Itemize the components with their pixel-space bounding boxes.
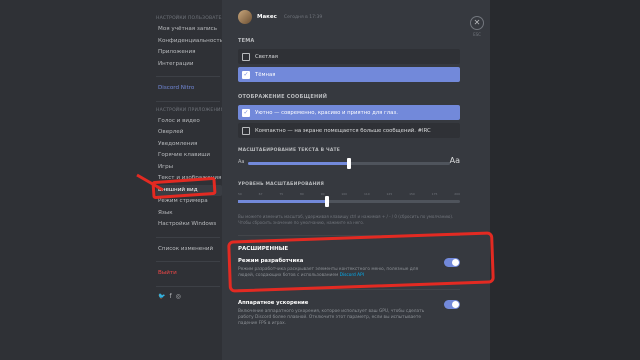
- checkbox-icon: [242, 52, 250, 61]
- preview-timestamp: Сегодня в 17:39: [283, 14, 323, 20]
- facebook-icon[interactable]: f: [169, 293, 171, 300]
- zoom-tick: 50: [238, 192, 242, 196]
- zoom-level-label: УРОВЕНЬ МАСШТАБИРОВАНИЯ: [238, 182, 325, 187]
- zoom-tick: 150: [409, 192, 415, 196]
- avatar: [238, 10, 252, 24]
- app-settings-header: НАСТРОЙКИ ПРИЛОЖЕНИЯ: [156, 107, 224, 113]
- sidebar-item-voice-video[interactable]: Голос и видео: [156, 116, 222, 128]
- theme-option-label: Светлая: [255, 53, 278, 60]
- sidebar-item-apps[interactable]: Приложения: [156, 47, 222, 59]
- close-icon[interactable]: ✕: [470, 16, 484, 30]
- sidebar-divider: [156, 100, 220, 102]
- checkmark-icon: ✓: [242, 70, 250, 79]
- theme-option-light[interactable]: Светлая: [238, 49, 460, 64]
- font-scaling-slider[interactable]: [248, 158, 450, 169]
- letterbox-background: [490, 0, 640, 360]
- font-big-label: Aa: [449, 156, 460, 165]
- sidebar-nav: НАСТРОЙКИ ПОЛЬЗОВАТЕЛЯ Моя учётная запис…: [156, 10, 229, 300]
- theme-section-title: ТЕМА: [238, 38, 255, 44]
- zoom-tick: 75: [279, 192, 284, 196]
- zoom-help-text: Вы можете изменить масштаб, удерживая кл…: [238, 214, 454, 225]
- sidebar-divider: [156, 236, 220, 238]
- sidebar-item-language[interactable]: Язык: [156, 208, 222, 220]
- sidebar-item-privacy[interactable]: Конфиденциальность: [156, 36, 223, 48]
- zoom-tick: 100: [341, 192, 348, 196]
- user-settings-header: НАСТРОЙКИ ПОЛЬЗОВАТЕЛЯ: [156, 16, 229, 21]
- zoom-tick: 200: [454, 192, 460, 196]
- sidebar-item-my-account[interactable]: Моя учётная запись: [156, 24, 222, 36]
- social-links: 🐦 f ◎: [156, 293, 222, 300]
- zoom-tick: 90: [320, 192, 325, 196]
- hardware-acceleration-setting: Аппаратное ускорение Включение аппаратно…: [238, 300, 460, 327]
- checkmark-icon: ✓: [242, 108, 250, 117]
- sidebar-item-keybinds[interactable]: Горячие клавиши: [156, 150, 222, 162]
- sidebar-item-logout[interactable]: Выйти: [156, 268, 222, 280]
- sidebar-divider: [156, 261, 220, 262]
- theme-option-label: Тёмная: [255, 71, 276, 78]
- hardware-acceleration-toggle[interactable]: [444, 300, 460, 309]
- close-button[interactable]: ✕ ESC: [470, 16, 484, 37]
- sidebar-item-windows-settings[interactable]: Настройки Windows: [156, 219, 222, 231]
- appearance-settings-panel: Макес Сегодня в 17:39 ТЕМА Светлая ✓ Тём…: [222, 0, 464, 360]
- sidebar-divider: [156, 76, 220, 77]
- display-option-label: Компактно — на экране помещается больше …: [255, 127, 431, 134]
- theme-option-dark[interactable]: ✓ Тёмная: [238, 67, 460, 82]
- esc-label: ESC: [473, 32, 481, 37]
- zoom-tick: 110: [363, 192, 370, 196]
- sidebar-item-changelog[interactable]: Список изменений: [156, 244, 222, 256]
- sidebar-divider: [156, 285, 220, 287]
- zoom-slider[interactable]: [238, 196, 460, 207]
- sidebar-item-nitro[interactable]: Discord Nitro: [156, 83, 222, 95]
- checkbox-icon: [242, 126, 250, 135]
- message-preview: Макес Сегодня в 17:39: [238, 10, 460, 24]
- chat-font-scaling: МАСШТАБИРОВАНИЕ ТЕКСТА В ЧАТЕ Aa Aa: [238, 148, 460, 178]
- zoom-tick: 175: [431, 192, 438, 196]
- zoom-tick-labels: 50 67 75 80 90 100 110 125 150 175 200: [238, 192, 460, 196]
- slider-fill: [238, 200, 327, 203]
- sidebar-item-overlay[interactable]: Оверлей: [156, 127, 222, 139]
- hardware-acceleration-label: Аппаратное ускорение: [238, 300, 309, 306]
- zoom-tick: 125: [386, 192, 393, 196]
- display-option-compact[interactable]: Компактно — на экране помещается больше …: [238, 123, 460, 138]
- font-small-label: Aa: [238, 159, 245, 165]
- twitter-icon[interactable]: 🐦: [158, 293, 165, 300]
- slider-handle[interactable]: [347, 158, 351, 169]
- zoom-tick: 80: [300, 192, 304, 196]
- zoom-tick: 67: [258, 192, 263, 196]
- hardware-acceleration-description: Включение аппаратного ускорения, которое…: [238, 309, 425, 326]
- sidebar-item-integrations[interactable]: Интеграции: [156, 59, 222, 71]
- display-option-label: Уютно — современно, красиво и приятно дл…: [255, 109, 398, 116]
- sidebar-item-games[interactable]: Игры: [156, 162, 222, 174]
- chat-font-scaling-label: МАСШТАБИРОВАНИЕ ТЕКСТА В ЧАТЕ: [238, 148, 341, 153]
- slider-handle[interactable]: [324, 196, 329, 207]
- instagram-icon[interactable]: ◎: [176, 293, 181, 300]
- message-display-section-title: ОТОБРАЖЕНИЕ СООБЩЕНИЙ: [238, 94, 328, 100]
- red-annotation-developer-mode: [227, 231, 495, 293]
- display-option-cozy[interactable]: ✓ Уютно — современно, красиво и приятно …: [238, 105, 460, 120]
- preview-username: Макес: [257, 14, 277, 20]
- slider-fill: [248, 162, 349, 165]
- sidebar-item-notifications[interactable]: Уведомления: [156, 139, 222, 151]
- zoom-level: УРОВЕНЬ МАСШТАБИРОВАНИЯ 50 67 75 80 90 100 110…: [238, 182, 460, 210]
